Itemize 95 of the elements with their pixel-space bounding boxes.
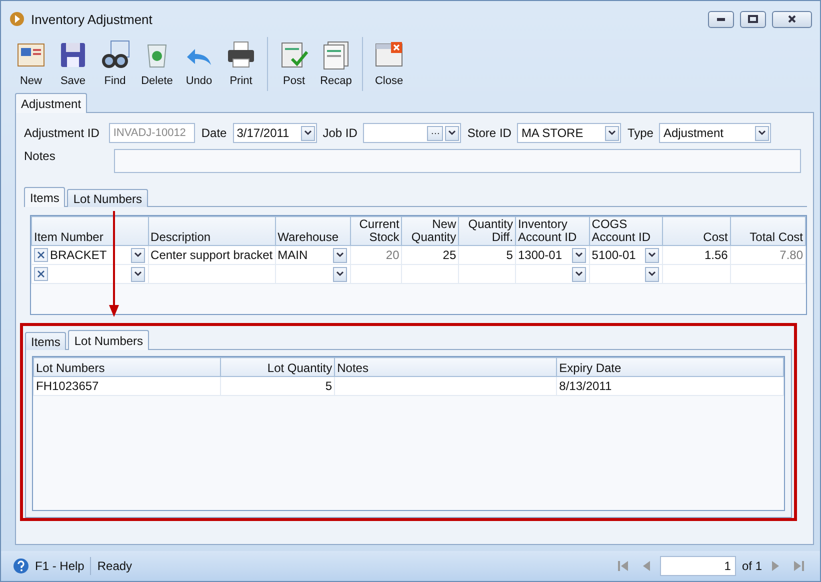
column-header[interactable]: Lot Numbers <box>34 358 221 376</box>
dropdown-button[interactable] <box>605 126 620 140</box>
dropdown-button[interactable] <box>644 266 659 282</box>
cell-text: FH1023657 <box>36 379 99 393</box>
page-field[interactable]: 1 <box>660 556 736 576</box>
cell-text: 8/13/2011 <box>559 379 612 393</box>
delete-row-icon[interactable] <box>34 248 48 262</box>
cell-text: 7.80 <box>778 248 803 262</box>
toolbar-button[interactable]: Delete <box>137 37 177 91</box>
tab[interactable]: Adjustment <box>15 93 88 113</box>
cell-text: 1.56 <box>704 248 728 262</box>
caret-icon <box>608 130 616 136</box>
x-icon <box>37 251 45 259</box>
cell-text: 1300-01 <box>518 248 564 262</box>
x-icon <box>37 270 45 278</box>
caret-icon <box>648 271 656 277</box>
cell-text: BRACKET <box>50 248 108 262</box>
column-header[interactable]: COGS Account ID <box>589 216 662 246</box>
delete-row-icon[interactable] <box>34 267 48 281</box>
field-label: Store ID <box>467 126 512 140</box>
field-label: Type <box>627 126 654 140</box>
status-text: Ready <box>97 559 134 573</box>
browse-button[interactable]: ··· <box>427 126 444 140</box>
window-title: Inventory Adjustment <box>31 12 154 26</box>
field-label: Date <box>201 126 227 140</box>
help-label[interactable]: F1 - Help <box>35 559 84 573</box>
tab[interactable]: Lot Numbers <box>68 330 150 350</box>
tab[interactable]: Items <box>25 332 66 350</box>
app-icon <box>9 11 25 27</box>
dropdown-button[interactable] <box>755 126 770 140</box>
caret-icon <box>574 271 583 277</box>
caret-icon <box>134 252 142 258</box>
toolbar-button[interactable]: Recap <box>316 37 356 91</box>
toolbar-button[interactable]: Close <box>369 37 409 91</box>
dropdown-button[interactable] <box>300 126 315 140</box>
dropdown-button[interactable] <box>644 248 659 262</box>
caret-icon <box>336 252 344 258</box>
column-header[interactable]: Current Stock <box>350 216 402 246</box>
toolbar-button[interactable]: Find <box>95 37 135 91</box>
toolbar-button[interactable]: Undo <box>179 37 219 91</box>
cell-text: 5100-01 <box>592 248 637 262</box>
help-icon[interactable] <box>13 558 29 574</box>
page-count: of 1 <box>742 559 762 573</box>
close-icon <box>788 15 796 23</box>
column-header[interactable]: Inventory Account ID <box>515 216 590 246</box>
restore-icon <box>748 15 758 23</box>
cell-text: 20 <box>384 248 400 262</box>
column-header[interactable]: Expiry Date <box>556 358 784 376</box>
field-label: Adjustment ID <box>24 126 100 140</box>
close-button[interactable] <box>772 10 812 28</box>
caret-icon <box>336 271 344 277</box>
cell-text: Center support bracket <box>150 248 273 262</box>
cell-text: MAIN <box>278 248 309 262</box>
toolbar-button[interactable]: Print <box>221 37 261 91</box>
dropdown-button[interactable] <box>130 266 145 282</box>
restore-button[interactable] <box>740 10 766 28</box>
binoculars-icon <box>99 39 131 71</box>
notes-field[interactable] <box>114 149 801 173</box>
caret-icon <box>648 252 656 258</box>
caret-icon <box>574 252 583 258</box>
dropdown-button[interactable] <box>572 248 586 262</box>
column-header[interactable]: Cost <box>662 216 730 246</box>
tab[interactable]: Lot Numbers <box>67 189 148 207</box>
dropdown-button[interactable] <box>130 248 145 262</box>
caret-icon <box>304 130 312 136</box>
field-label: Job ID <box>322 126 358 140</box>
date-field[interactable]: 3/17/2011 <box>232 123 317 143</box>
minimize-icon <box>717 18 725 20</box>
column-header[interactable]: Quantity Diff. <box>458 216 516 246</box>
column-header[interactable]: Notes <box>334 358 557 376</box>
dropdown-field[interactable]: Adjustment <box>659 123 772 143</box>
dropdown-button[interactable] <box>445 126 460 140</box>
column-header[interactable]: Item Number <box>32 216 148 246</box>
caret-icon <box>134 271 142 277</box>
column-header[interactable]: Lot Quantity <box>220 358 335 376</box>
toolbar-button[interactable]: Post <box>274 37 314 91</box>
column-header[interactable]: Total Cost <box>730 216 806 246</box>
caret-icon <box>448 130 456 136</box>
column-header[interactable]: New Quantity <box>402 216 459 246</box>
column-header[interactable]: Warehouse <box>275 216 351 246</box>
cell-text: 25 <box>442 248 456 262</box>
field-label: Notes <box>24 149 56 163</box>
dropdown-button[interactable] <box>333 248 348 262</box>
toolbar-button[interactable]: New <box>11 37 51 91</box>
dropdown-button[interactable] <box>572 266 586 282</box>
tab[interactable]: Items <box>24 187 66 207</box>
column-header[interactable]: Description <box>148 216 276 246</box>
dropdown-field[interactable]: ··· <box>363 123 462 143</box>
dropdown-field[interactable]: MA STORE <box>517 123 622 143</box>
toolbar-button[interactable]: Save <box>53 37 93 91</box>
minimize-button[interactable] <box>708 10 734 28</box>
cell-text: 5 <box>505 248 513 262</box>
dropdown-button[interactable] <box>333 266 348 282</box>
cell-text: 5 <box>325 379 332 393</box>
caret-icon <box>758 130 766 136</box>
